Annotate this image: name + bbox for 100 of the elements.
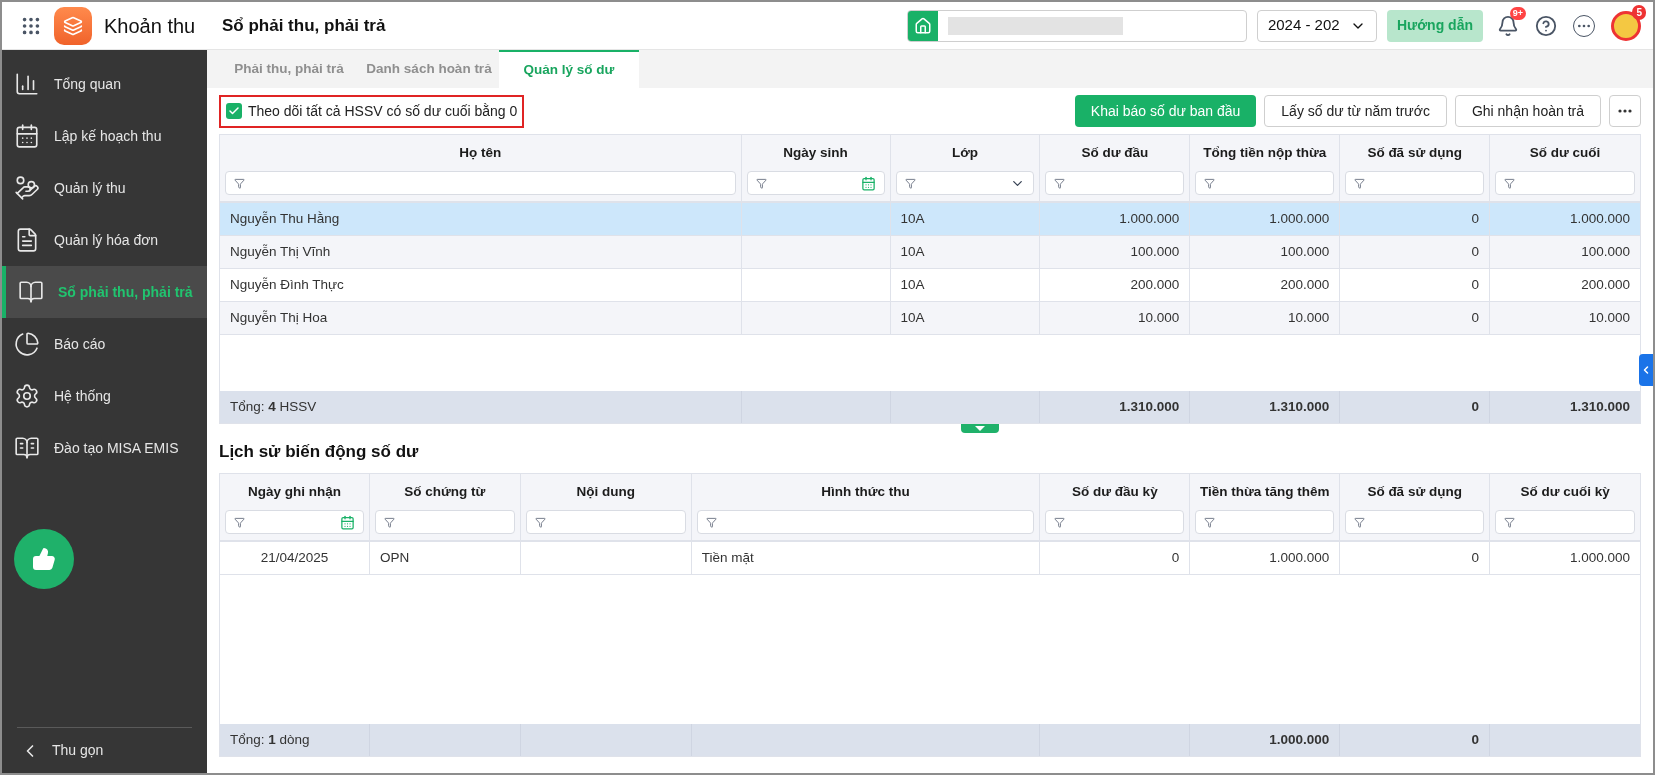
filter-icon bbox=[1054, 516, 1066, 528]
checkbox[interactable] bbox=[226, 103, 242, 119]
table-row[interactable]: 21/04/2025 OPN Tiền mặt 0 1.000.000 0 1.000.000 bbox=[220, 542, 1640, 575]
sidebar-item[interactable]: Quản lý hóa đơn bbox=[2, 214, 207, 266]
action-button[interactable]: Ghi nhận hoàn trả bbox=[1454, 95, 1601, 127]
filter-field[interactable] bbox=[1495, 171, 1635, 196]
table-row[interactable]: Nguyễn Thị Vĩnh 10A 100.000 100.000 0 100.000 bbox=[220, 236, 1640, 270]
calendar-icon bbox=[339, 514, 355, 530]
pie-chart-icon bbox=[14, 331, 40, 357]
action-button[interactable]: Lấy số dư từ năm trước bbox=[1264, 95, 1447, 127]
total-value: 1.310.000 bbox=[1269, 398, 1330, 417]
page-title: Sổ phải thu, phải trả bbox=[222, 14, 386, 37]
app-name: Khoản thu bbox=[104, 13, 196, 39]
column-header: Ngày ghi nhận bbox=[247, 482, 341, 501]
checkbox-row[interactable]: Theo dõi tất cả HSSV có số dư cuối bằng 0 bbox=[219, 94, 525, 128]
table-cell-text: 200.000 bbox=[1130, 276, 1180, 295]
filter-icon bbox=[755, 177, 767, 189]
filter-field[interactable] bbox=[1345, 171, 1485, 196]
column-header: Tiền thừa tăng thêm bbox=[1200, 482, 1330, 501]
filter-field[interactable] bbox=[696, 510, 1035, 534]
filter-dropdown[interactable] bbox=[895, 171, 1035, 196]
expand-tab[interactable] bbox=[961, 424, 999, 434]
filter-icon bbox=[383, 516, 395, 528]
column-header: Ngày sinh bbox=[783, 144, 848, 162]
sidebar-item[interactable]: Đào tạo MISA EMIS bbox=[2, 422, 207, 474]
filter-field[interactable] bbox=[746, 171, 885, 196]
table-cell-text: 10A bbox=[900, 243, 925, 262]
sidebar-item[interactable]: Tổng quan bbox=[2, 58, 207, 110]
more-button[interactable] bbox=[1609, 95, 1641, 127]
home-icon bbox=[913, 16, 932, 35]
filter-icon bbox=[1354, 177, 1366, 189]
table-cell-text: 10A bbox=[900, 210, 925, 229]
filter-icon bbox=[1504, 177, 1516, 189]
filter-icon bbox=[705, 516, 717, 528]
table-cell-text: OPN bbox=[379, 548, 410, 567]
table-cell-text: 0 bbox=[1171, 548, 1180, 567]
filter-icon bbox=[1354, 516, 1366, 528]
table-cell-text: 100.000 bbox=[1130, 243, 1180, 262]
filter-icon bbox=[904, 177, 916, 189]
sidebar-item[interactable]: Sổ phải thu, phải trả bbox=[2, 266, 207, 318]
filter-field[interactable] bbox=[374, 510, 515, 534]
column-header: Họ tên bbox=[459, 144, 502, 162]
table-cell-text: Nguyễn Thị Hoa bbox=[230, 309, 328, 328]
collapse-button[interactable]: Thu gọn bbox=[2, 728, 207, 773]
filter-field[interactable] bbox=[1345, 510, 1485, 534]
column-header: Số dư cuối bbox=[1529, 144, 1601, 162]
table-cell-text: Nguyễn Đình Thực bbox=[230, 276, 344, 295]
filter-icon bbox=[1054, 177, 1066, 189]
calendar-icon bbox=[860, 175, 876, 191]
avatar[interactable] bbox=[1611, 10, 1641, 41]
filter-icon bbox=[1204, 516, 1216, 528]
rating-button[interactable] bbox=[14, 529, 74, 589]
column-header: Số đã sử dụng bbox=[1367, 482, 1462, 501]
table-cell-text: 200.000 bbox=[1581, 276, 1630, 295]
table-row[interactable]: Nguyễn Thu Hằng 10A 1.000.000 1.000.000 0 1.000.000 bbox=[220, 203, 1640, 237]
sidebar-item[interactable]: Báo cáo bbox=[2, 318, 207, 370]
table-cell-text: 0 bbox=[1471, 548, 1480, 567]
table-row[interactable]: Nguyễn Thị Hoa 10A 10.000 10.000 0 10.000 bbox=[220, 302, 1640, 336]
table-cell-text: 1.000.000 bbox=[1269, 210, 1330, 229]
sidebar-item[interactable]: Hệ thống bbox=[2, 370, 207, 422]
filter-field[interactable] bbox=[225, 510, 364, 534]
book-icon bbox=[18, 279, 44, 305]
year-select[interactable]: 2024 - 202 bbox=[1256, 9, 1377, 42]
column-header: Số dư đầu kỳ bbox=[1072, 482, 1158, 501]
filter-field[interactable] bbox=[1045, 510, 1185, 534]
column-header: Lớp bbox=[951, 144, 978, 162]
help-icon[interactable] bbox=[1535, 14, 1557, 37]
column-header: Tổng tiền nộp thừa bbox=[1203, 144, 1327, 162]
table-cell-text: Tiền mặt bbox=[701, 548, 754, 567]
sidebar-item[interactable]: Lập kế hoạch thu bbox=[2, 110, 207, 162]
filter-field[interactable] bbox=[225, 171, 736, 196]
table-cell-text: 100.000 bbox=[1280, 243, 1330, 262]
table-row[interactable]: Nguyễn Đình Thực 10A 200.000 200.000 0 200.000 bbox=[220, 269, 1640, 303]
section-title: Lịch sử biến động số dư bbox=[219, 441, 420, 464]
table-cell-text: 21/04/2025 bbox=[260, 548, 329, 567]
check-icon bbox=[228, 105, 240, 117]
table-cell-text: 10.000 bbox=[1138, 309, 1180, 328]
total-value: 0 bbox=[1471, 398, 1480, 417]
total-label: Tổng: 4 HSSV bbox=[230, 398, 317, 417]
filter-icon bbox=[234, 177, 245, 189]
filter-field[interactable] bbox=[1495, 510, 1635, 534]
filter-field[interactable] bbox=[1195, 510, 1335, 534]
table-cell-text: 1.000.000 bbox=[1269, 548, 1330, 567]
table-cell-text: 0 bbox=[1471, 309, 1480, 328]
more-icon bbox=[1618, 109, 1632, 113]
avatar-badge: 5 bbox=[1632, 4, 1646, 20]
filter-field[interactable] bbox=[1045, 171, 1185, 196]
table-cell-text: Nguyễn Thu Hằng bbox=[230, 210, 340, 229]
sidebar-item[interactable]: Quản lý thu bbox=[2, 162, 207, 214]
table-cell-text: 10.000 bbox=[1588, 309, 1630, 328]
filter-field[interactable] bbox=[525, 510, 686, 534]
column-header: Số dư cuối kỳ bbox=[1520, 482, 1610, 501]
column-header: Số đã sử dụng bbox=[1367, 144, 1462, 162]
notification-icon[interactable] bbox=[1497, 14, 1519, 37]
total-value: 0 bbox=[1471, 730, 1480, 749]
filter-field[interactable] bbox=[1195, 171, 1335, 196]
school-field[interactable] bbox=[906, 9, 1247, 42]
side-panel-toggle[interactable] bbox=[1639, 354, 1653, 386]
app-logo bbox=[54, 6, 92, 45]
table-cell-text: 0 bbox=[1471, 243, 1480, 262]
